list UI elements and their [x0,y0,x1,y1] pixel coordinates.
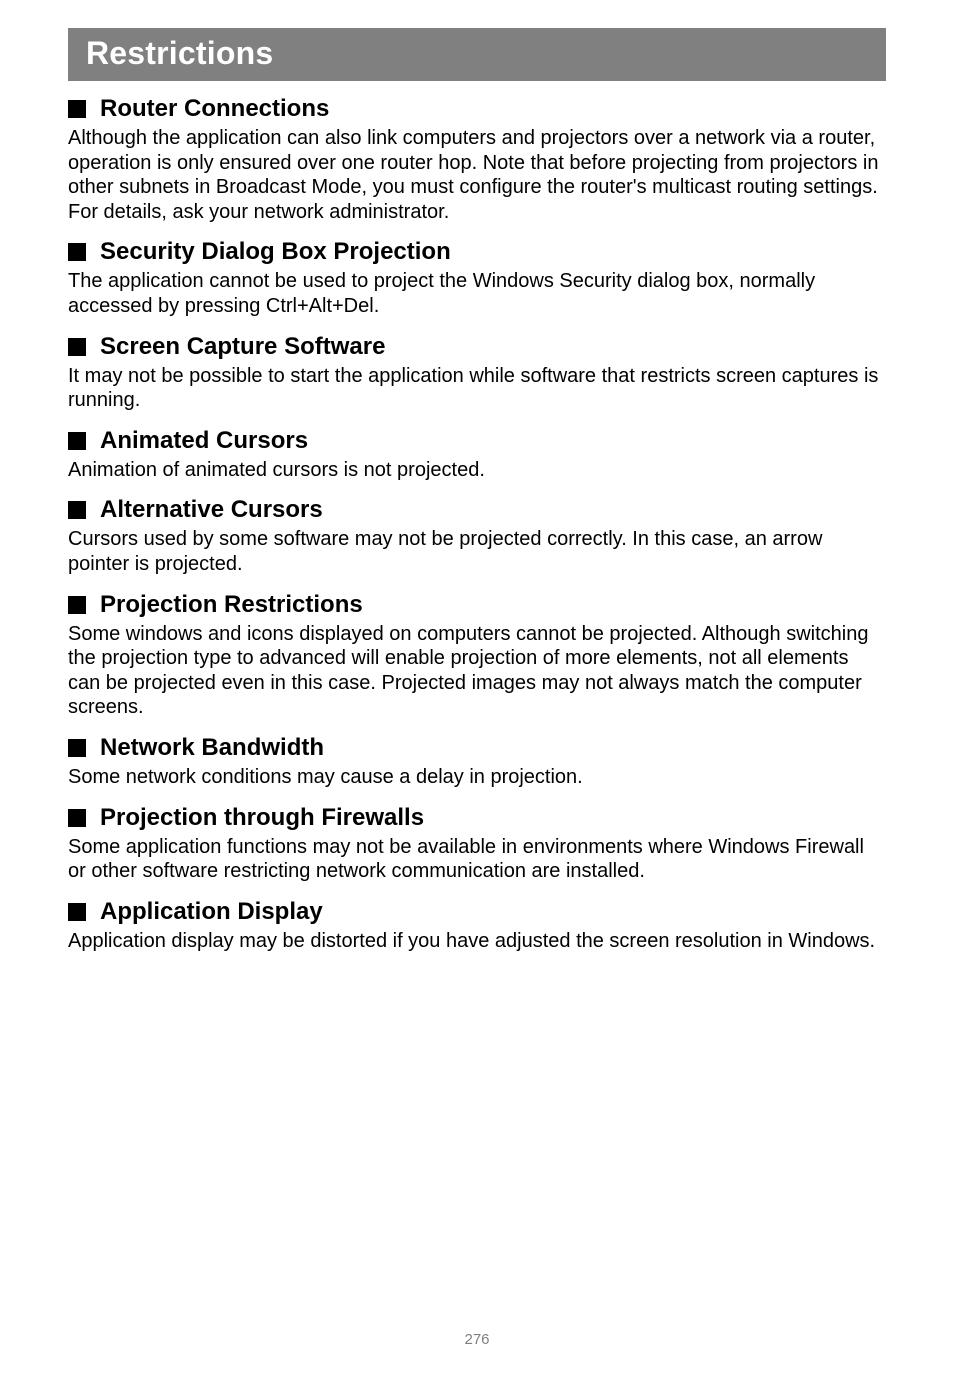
square-bullet-icon [68,100,86,118]
heading-text: Projection Restrictions [100,591,363,619]
square-bullet-icon [68,432,86,450]
section-heading: Router Connections [68,95,886,123]
body-text: Cursors used by some software may not be… [68,527,886,576]
section-alternative-cursors: Alternative Cursors Cursors used by some… [68,496,886,576]
section-security-dialog: Security Dialog Box Projection The appli… [68,238,886,318]
heading-text: Animated Cursors [100,427,308,455]
heading-text: Router Connections [100,95,329,123]
section-heading: Screen Capture Software [68,333,886,361]
section-projection-restrictions: Projection Restrictions Some windows and… [68,591,886,720]
title-bar: Restrictions [68,28,886,81]
section-screen-capture: Screen Capture Software It may not be po… [68,333,886,413]
square-bullet-icon [68,809,86,827]
heading-text: Network Bandwidth [100,734,324,762]
square-bullet-icon [68,739,86,757]
page-number: 276 [0,1331,954,1348]
square-bullet-icon [68,501,86,519]
body-text: Some application functions may not be av… [68,835,886,884]
square-bullet-icon [68,596,86,614]
body-text: It may not be possible to start the appl… [68,364,886,413]
section-heading: Security Dialog Box Projection [68,238,886,266]
heading-text: Projection through Firewalls [100,804,424,832]
square-bullet-icon [68,243,86,261]
heading-text: Security Dialog Box Projection [100,238,451,266]
body-text: Application display may be distorted if … [68,929,886,954]
heading-text: Application Display [100,898,323,926]
section-heading: Projection Restrictions [68,591,886,619]
section-heading: Alternative Cursors [68,496,886,524]
section-heading: Network Bandwidth [68,734,886,762]
page-title: Restrictions [86,35,868,72]
section-application-display: Application Display Application display … [68,898,886,954]
square-bullet-icon [68,338,86,356]
page-container: Restrictions Router Connections Although… [0,28,954,953]
body-text: Some windows and icons displayed on comp… [68,622,886,720]
body-text: Animation of animated cursors is not pro… [68,458,886,483]
heading-text: Alternative Cursors [100,496,323,524]
body-text: Although the application can also link c… [68,126,886,224]
body-text: Some network conditions may cause a dela… [68,765,886,790]
section-heading: Animated Cursors [68,427,886,455]
heading-text: Screen Capture Software [100,333,385,361]
square-bullet-icon [68,903,86,921]
body-text: The application cannot be used to projec… [68,269,886,318]
section-network-bandwidth: Network Bandwidth Some network condition… [68,734,886,790]
section-projection-firewalls: Projection through Firewalls Some applic… [68,804,886,884]
section-router-connections: Router Connections Although the applicat… [68,95,886,224]
section-animated-cursors: Animated Cursors Animation of animated c… [68,427,886,483]
section-heading: Application Display [68,898,886,926]
section-heading: Projection through Firewalls [68,804,886,832]
